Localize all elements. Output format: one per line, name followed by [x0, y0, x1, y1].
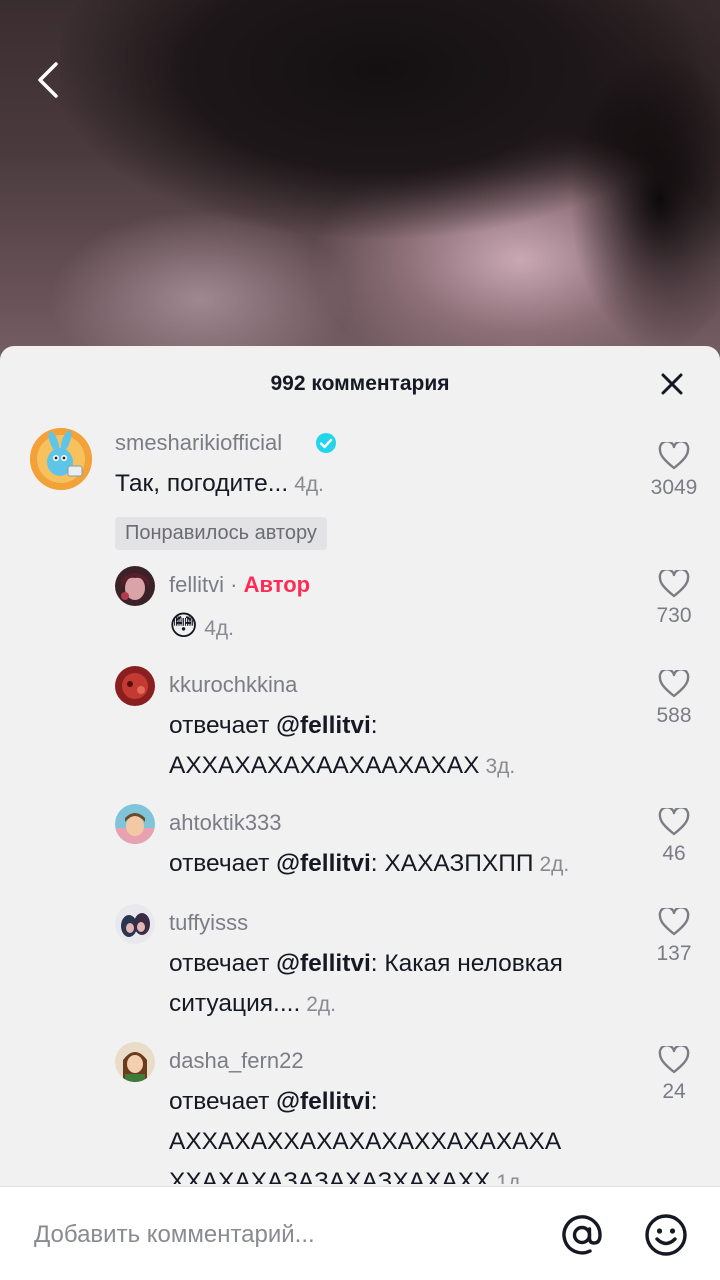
- like-button[interactable]: 730: [634, 570, 714, 628]
- comment-text: Так, погодите... 4д.: [115, 464, 324, 505]
- avatar-image: [115, 1042, 155, 1082]
- avatar[interactable]: [115, 804, 155, 844]
- comment-username[interactable]: ahtoktik333: [169, 810, 282, 836]
- comments-count-title: 992 комментария: [270, 372, 450, 395]
- comment-text: отвечает @fellitvi: Какая неловкая ситуа…: [169, 944, 563, 1025]
- avatar[interactable]: [30, 428, 92, 490]
- mention-button[interactable]: [558, 1211, 606, 1259]
- heart-icon: [658, 670, 690, 698]
- avatar[interactable]: [115, 566, 155, 606]
- reply-item: dasha_fern22 отвечает @fellitvi: АХХАХАХ…: [0, 1038, 720, 1184]
- reply-item: fellitvi · Автор 😳 4д. 730: [0, 562, 720, 662]
- reply-item: tuffyisss отвечает @fellitvi: Какая нело…: [0, 900, 720, 1040]
- reply-prefix: отвечает: [169, 712, 277, 739]
- comment-body: Так, погодите...: [115, 470, 289, 497]
- like-button[interactable]: 46: [634, 808, 714, 866]
- avatar-image: [115, 566, 155, 606]
- mention-link[interactable]: @fellitvi: [276, 850, 371, 877]
- reply-prefix: отвечает: [169, 850, 277, 877]
- avatar-image: [115, 804, 155, 844]
- comment-input[interactable]: [34, 1215, 514, 1255]
- comment-time: 2д.: [539, 853, 570, 876]
- comment-body-line3: ХХАХАХАЗАЗАХАЗХАХАХХ: [169, 1168, 491, 1184]
- comment-username[interactable]: dasha_fern22: [169, 1048, 304, 1074]
- comment-time: 4д.: [294, 473, 324, 496]
- comment-body-line2: АХХАХАХХАХАХАХАХХАХАХАХА: [169, 1128, 562, 1155]
- avatar-image: [115, 904, 155, 944]
- close-icon: [661, 373, 683, 395]
- reply-user-line: fellitvi · Автор: [169, 572, 310, 598]
- emoji-button[interactable]: [642, 1211, 690, 1259]
- like-count: 3049: [650, 476, 698, 499]
- like-count: 730: [656, 604, 692, 627]
- comment-body: :: [370, 712, 378, 739]
- comment-item: smesharikiofficial Так, погодите... 4д. 3…: [0, 422, 720, 560]
- like-count: 24: [662, 1080, 686, 1103]
- avatar-image: [30, 428, 92, 490]
- like-count: 588: [656, 704, 692, 727]
- like-button[interactable]: 3049: [634, 442, 714, 500]
- heart-icon: [658, 808, 690, 836]
- comment-time: 4д.: [204, 617, 234, 640]
- like-button[interactable]: 137: [634, 908, 714, 966]
- back-arrow-icon: [38, 62, 58, 98]
- at-icon: [562, 1215, 602, 1255]
- reply-item: kkurochkkina отвечает @fellitvi: АХХАХАХ…: [0, 662, 720, 802]
- liked-by-author-badge: Понравилось автору: [115, 517, 327, 550]
- comment-username[interactable]: smesharikiofficial: [115, 430, 282, 456]
- comment-text: отвечает @fellitvi: АХХАХАХАХААХААХАХАХ 3…: [169, 706, 515, 787]
- comment-text: отвечает @fellitvi: АХХАХАХХАХАХАХАХХАХА…: [169, 1082, 629, 1184]
- comments-list[interactable]: smesharikiofficial Так, погодите... 4д. 3…: [0, 422, 720, 1184]
- avatar-image: [115, 666, 155, 706]
- heart-icon: [658, 570, 690, 598]
- comment-text: отвечает @fellitvi: ХАХАЗПХПП 2д.: [169, 844, 569, 885]
- avatar[interactable]: [115, 1042, 155, 1082]
- video-background[interactable]: [0, 0, 720, 380]
- comments-header: 992 комментария: [0, 346, 720, 422]
- comment-username[interactable]: fellitvi: [169, 572, 224, 597]
- comment-time: 2д.: [306, 993, 337, 1016]
- avatar[interactable]: [115, 904, 155, 944]
- video-frame-shade-right: [560, 60, 720, 360]
- comment-emoji: 😳: [169, 610, 199, 641]
- mention-link[interactable]: @fellitvi: [276, 712, 371, 739]
- like-count: 46: [662, 842, 686, 865]
- comments-sheet: 992 комментария smesharikiofficial Так, …: [0, 346, 720, 1280]
- comment-body: : Какая неловкая: [370, 950, 563, 977]
- comment-time: 3д.: [485, 755, 516, 778]
- comment-body-line2: ситуация....: [169, 990, 301, 1017]
- like-button[interactable]: 24: [634, 1046, 714, 1104]
- heart-icon: [658, 908, 690, 936]
- avatar[interactable]: [115, 666, 155, 706]
- mention-link[interactable]: @fellitvi: [276, 950, 371, 977]
- comment-text: 😳 4д.: [169, 606, 234, 649]
- reply-item: ahtoktik333 отвечает @fellitvi: ХАХАЗПХП…: [0, 800, 720, 900]
- back-button[interactable]: [28, 58, 68, 102]
- comment-input-bar: [0, 1186, 720, 1280]
- separator-dot: ·: [230, 572, 238, 597]
- emoji-icon: [645, 1214, 687, 1256]
- close-button[interactable]: [658, 370, 686, 398]
- like-button[interactable]: 588: [634, 670, 714, 728]
- verified-icon: [316, 433, 336, 453]
- reply-prefix: отвечает: [169, 950, 277, 977]
- comment-body: : ХАХАЗПХПП: [370, 850, 534, 877]
- heart-icon: [658, 1046, 690, 1074]
- mention-link[interactable]: @fellitvi: [276, 1088, 371, 1115]
- comment-body-line2: АХХАХАХАХААХААХАХАХ: [169, 752, 480, 779]
- like-count: 137: [656, 942, 692, 965]
- heart-icon: [658, 442, 690, 470]
- comment-username[interactable]: tuffyisss: [169, 910, 248, 936]
- author-label: Автор: [243, 572, 311, 597]
- comment-time: 1д.: [496, 1171, 527, 1184]
- comment-body: :: [370, 1088, 378, 1115]
- reply-prefix: отвечает: [169, 1088, 277, 1115]
- comment-username[interactable]: kkurochkkina: [169, 672, 297, 698]
